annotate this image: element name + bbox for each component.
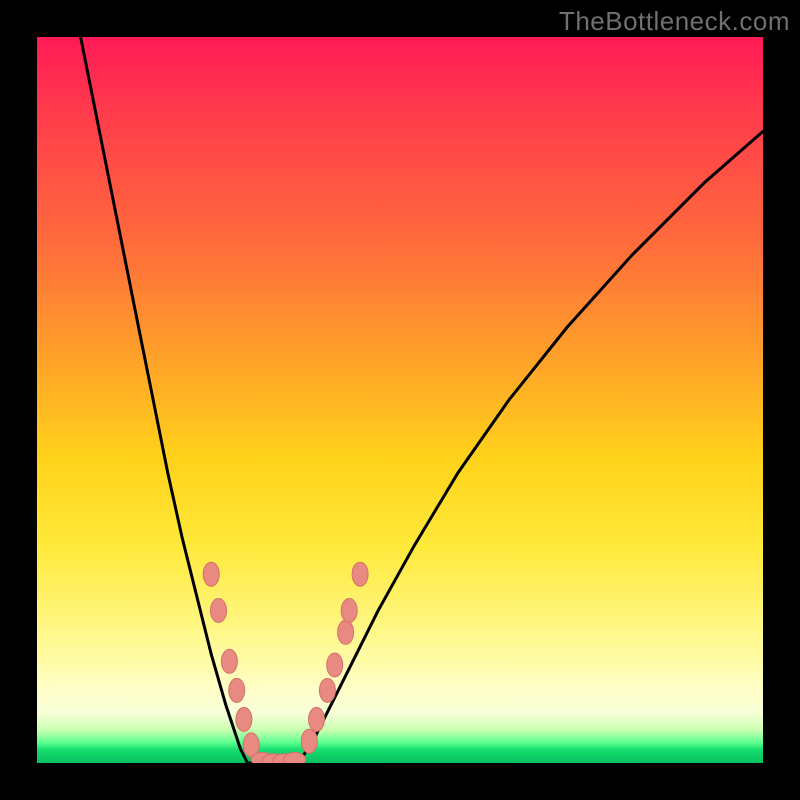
watermark-text: TheBottleneck.com [559,6,790,37]
chart-frame: TheBottleneck.com [0,0,800,800]
data-marker [352,562,368,586]
data-marker [341,599,357,623]
data-marker [229,678,245,702]
data-marker [236,707,252,731]
data-marker [203,562,219,586]
plot-area [37,37,763,763]
data-marker [319,678,335,702]
data-marker [284,752,306,763]
data-marker [301,729,317,753]
data-marker [338,620,354,644]
marker-group [203,562,368,763]
data-marker [221,649,237,673]
data-marker [327,653,343,677]
right-branch-curve [298,131,763,763]
left-branch-curve [81,37,248,763]
data-marker [211,599,227,623]
curve-layer [37,37,763,763]
data-marker [309,707,325,731]
